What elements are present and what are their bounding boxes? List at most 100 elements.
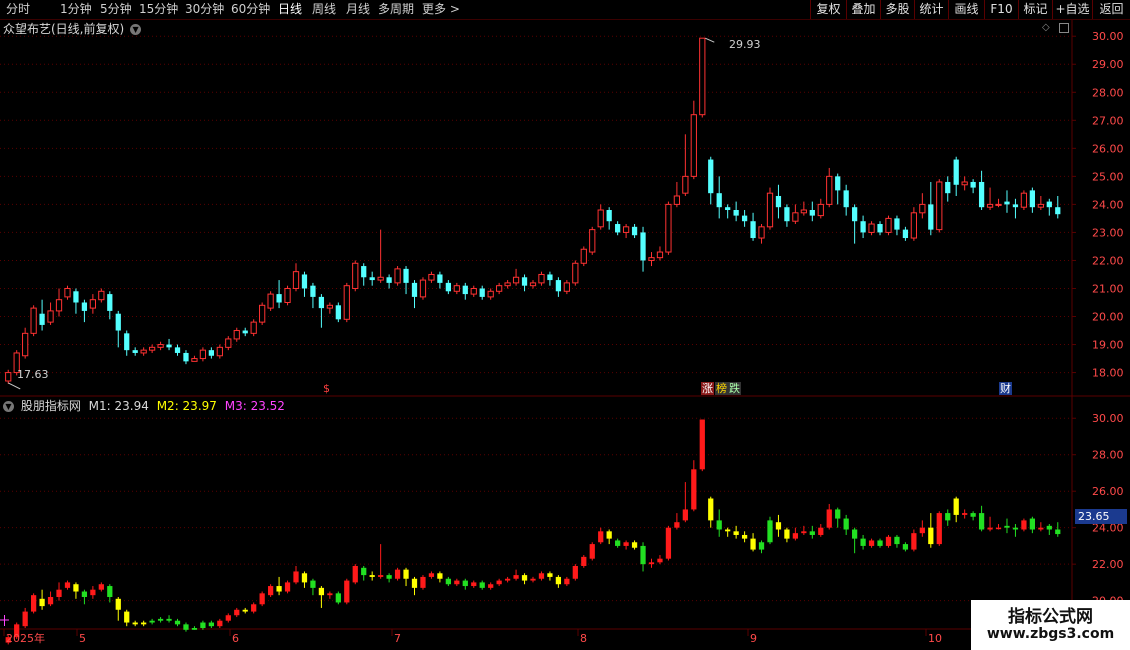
candle-body — [174, 347, 181, 353]
candle-body — [953, 159, 959, 185]
candle-body — [538, 273, 545, 284]
indicator-body — [1021, 520, 1027, 530]
diamond-icon[interactable]: ◇ — [1042, 23, 1052, 33]
candle-body — [521, 277, 528, 286]
rank-badge[interactable]: 榜 — [715, 382, 728, 395]
indicator-body — [174, 620, 181, 625]
candle-body — [910, 212, 918, 239]
indicator-tick-label: 26.00 — [1092, 485, 1124, 498]
indicator-body — [564, 578, 570, 585]
candle-body — [73, 291, 79, 303]
candle-body — [961, 181, 968, 186]
candle-body — [936, 181, 943, 231]
candle-body — [555, 280, 562, 292]
indicator-body — [56, 589, 62, 597]
indicator-body — [428, 573, 435, 577]
low-leader-line — [8, 382, 21, 390]
indicator-body — [521, 575, 528, 581]
candle-body — [733, 210, 739, 216]
m3-value: M3: 23.52 — [224, 399, 285, 413]
candle-body — [496, 285, 503, 292]
candle-body — [809, 210, 815, 216]
candle-body — [1012, 204, 1019, 208]
indicator-body — [479, 582, 485, 588]
candle-body — [902, 229, 909, 239]
indicator-body — [394, 569, 401, 579]
candle-body — [132, 350, 138, 353]
candle-body — [766, 192, 774, 228]
candle-body — [411, 282, 418, 297]
indicator-body — [852, 529, 858, 539]
indicator-body — [868, 540, 875, 546]
candle-body — [725, 207, 731, 210]
indicator-tick-label: 30.00 — [1092, 412, 1124, 425]
indicator-body — [39, 598, 45, 607]
indicator-body — [73, 584, 79, 592]
indicator-body — [437, 573, 443, 579]
indicator-body — [589, 544, 595, 559]
indicator-body — [47, 596, 54, 605]
date-label: 6 — [232, 632, 239, 645]
main-panel-title: 众望布艺(日线,前复权) ▼ — [3, 21, 142, 37]
candle-body — [512, 276, 520, 284]
indicator-body — [970, 513, 976, 517]
finance-badge[interactable]: 财 — [999, 382, 1012, 395]
indicator-body — [411, 578, 418, 588]
candle-body — [191, 358, 198, 362]
main-tick-label: 18.00 — [1092, 367, 1124, 380]
candle-body — [225, 338, 232, 348]
candle-body — [1004, 201, 1010, 205]
candle-body — [148, 346, 156, 351]
candle-body — [377, 276, 384, 281]
indicator-body — [81, 591, 88, 597]
indicator-body — [801, 531, 807, 534]
candle-body — [640, 232, 646, 261]
indicator-body — [682, 509, 688, 521]
candle-body — [978, 181, 985, 208]
indicator-body — [462, 580, 468, 587]
candle-body — [572, 262, 579, 284]
candle-body — [648, 257, 655, 261]
indicator-body — [310, 580, 316, 588]
date-label: 2025年 — [6, 631, 45, 645]
indicator-body — [1038, 527, 1044, 530]
candle-body — [784, 207, 790, 222]
candle-body — [208, 350, 214, 356]
window-restore-icon[interactable] — [1059, 23, 1069, 33]
main-tick-label: 22.00 — [1092, 254, 1124, 267]
candle-body — [284, 287, 291, 304]
main-tick-label: 23.00 — [1092, 226, 1124, 239]
chevron-down-icon[interactable]: ▼ — [3, 401, 14, 412]
indicator-body — [191, 628, 198, 630]
indicator-body — [919, 527, 925, 534]
candle-body — [682, 175, 689, 194]
candle-body — [30, 307, 37, 334]
indicator-body — [792, 533, 799, 539]
candle-body — [615, 224, 621, 233]
indicator-body — [936, 513, 942, 545]
indicator-body — [98, 584, 104, 590]
indicator-body — [953, 498, 959, 515]
indicator-body — [208, 622, 214, 627]
indicator-body — [1055, 529, 1061, 535]
watermark-url: www.zbgs3.com — [986, 626, 1115, 642]
indicator-body — [132, 622, 138, 625]
indicator-body — [885, 536, 892, 546]
candle-body — [335, 305, 341, 320]
candle-body — [529, 282, 537, 287]
limit-down-badge[interactable]: 跌 — [728, 382, 741, 395]
chevron-down-icon[interactable]: ▼ — [130, 24, 142, 35]
candle-body — [437, 274, 443, 283]
current-value-marker: 23.65 — [1075, 509, 1127, 524]
indicator-body — [242, 609, 248, 612]
date-label: 9 — [750, 632, 757, 645]
indicator-body — [259, 593, 265, 605]
indicator-body — [623, 542, 629, 546]
indicator-body — [369, 575, 375, 577]
limit-up-badge[interactable]: 涨 — [701, 382, 714, 395]
dividend-badge[interactable]: $ — [322, 382, 331, 395]
indicator-body — [327, 593, 333, 596]
kline-chart[interactable]: 30.00 29.00 28.00 27.00 26.00 25.00 24.00 23.00… — [0, 0, 1130, 650]
candle-body — [352, 262, 359, 289]
candle-body — [403, 268, 409, 283]
